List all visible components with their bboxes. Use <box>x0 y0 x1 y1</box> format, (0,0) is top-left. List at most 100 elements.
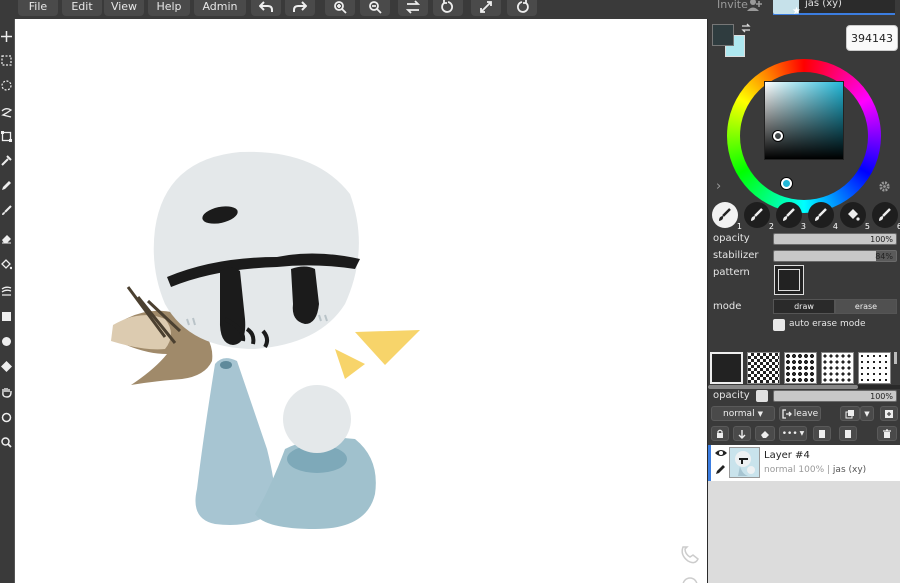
user-badge[interactable]: ★ jas (xy) <box>773 0 895 17</box>
transform-tool[interactable] <box>0 129 12 143</box>
fit-screen-icon <box>480 1 492 13</box>
zoom-out-button[interactable] <box>360 0 390 16</box>
flip-button[interactable] <box>398 0 428 16</box>
more-options-button[interactable]: ••• ▼ <box>779 426 807 441</box>
leave-button[interactable]: leave <box>779 406 821 421</box>
file-export-icon <box>845 429 851 438</box>
opacity-value: 100% <box>870 235 893 244</box>
add-layer-button[interactable] <box>880 406 898 421</box>
brush-preset[interactable]: 1 <box>712 202 742 231</box>
drawing-canvas[interactable] <box>14 19 707 583</box>
delete-layer-button[interactable] <box>877 426 897 441</box>
layer-opacity-checkbox[interactable] <box>756 390 768 402</box>
phone-icon[interactable] <box>681 546 699 564</box>
import-layer-button[interactable] <box>813 426 831 441</box>
rotate-icon <box>1 412 11 422</box>
rotate-tool[interactable] <box>0 410 12 424</box>
sv-cursor[interactable] <box>773 131 783 141</box>
redo-button[interactable] <box>285 0 315 16</box>
pattern-scrollbar[interactable] <box>708 385 900 389</box>
auto-erase-checkbox[interactable] <box>773 319 785 331</box>
rotate-right-button[interactable] <box>507 0 537 16</box>
fill-bucket-icon <box>848 209 860 221</box>
sparkle-small <box>335 349 365 379</box>
rectangle-tool[interactable] <box>0 309 12 323</box>
eyedropper-tool[interactable] <box>0 153 12 167</box>
swap-colors-icon[interactable] <box>741 23 751 33</box>
brush-number: 3 <box>800 222 806 231</box>
add-layer-icon <box>885 409 893 418</box>
invite-link[interactable]: Invite <box>717 0 748 11</box>
zoom-tool[interactable] <box>0 435 12 449</box>
export-layer-button[interactable] <box>839 426 857 441</box>
brush-preset[interactable]: 2 <box>744 202 774 231</box>
layer-menu-button[interactable]: ▼ <box>860 406 874 421</box>
lock-layer-button[interactable] <box>711 426 729 441</box>
layer-opacity-slider[interactable]: 100% <box>773 390 897 402</box>
mode-erase-button[interactable]: erase <box>835 299 897 314</box>
fit-screen-button[interactable] <box>471 0 501 16</box>
gradient-icon <box>1 286 11 296</box>
clear-layer-button[interactable] <box>755 426 775 441</box>
sparkle-large <box>355 330 420 365</box>
brush-preset[interactable]: 4 <box>808 202 838 231</box>
add-user-icon[interactable] <box>747 0 763 12</box>
gradient-tool[interactable] <box>0 283 12 297</box>
hex-color-tooltip: 394143 <box>846 25 898 51</box>
brush-preset[interactable]: 3 <box>776 202 806 231</box>
brush-tool[interactable] <box>0 203 12 217</box>
flip-icon <box>406 0 420 14</box>
eraser-icon <box>1 234 11 243</box>
pattern-scroll[interactable] <box>894 352 897 364</box>
menu-file[interactable]: File <box>18 0 58 16</box>
pattern-picker[interactable] <box>774 265 804 295</box>
eye-icon[interactable] <box>715 448 727 458</box>
caret-down-icon: ▼ <box>757 409 763 418</box>
eraser-tool[interactable] <box>0 231 12 245</box>
pen-tool[interactable] <box>0 178 12 192</box>
layer-list-empty-area <box>708 481 900 583</box>
pattern-dots-medium[interactable] <box>821 352 854 384</box>
pattern-dots-large[interactable] <box>784 352 817 384</box>
menu-bar: File Edit View Help Admin Invite ★ jas (… <box>0 0 900 19</box>
brush-icon <box>783 208 795 221</box>
lasso-select-tool[interactable] <box>0 78 12 92</box>
gear-icon[interactable] <box>878 180 891 193</box>
brush-opacity-slider[interactable]: 100% <box>773 233 897 245</box>
eraser-icon <box>761 430 769 438</box>
menu-admin[interactable]: Admin <box>194 0 246 16</box>
pattern-checker[interactable] <box>747 352 780 384</box>
layer-owner: jas (xy) <box>832 465 867 475</box>
record-icon[interactable] <box>682 577 698 583</box>
menu-help[interactable]: Help <box>148 0 190 16</box>
menu-edit[interactable]: Edit <box>62 0 102 16</box>
undo-button[interactable] <box>251 0 281 16</box>
zoom-in-button[interactable] <box>325 0 355 16</box>
more-icon: ••• <box>781 428 798 439</box>
duplicate-layer-button[interactable] <box>840 406 860 421</box>
menu-view[interactable]: View <box>104 0 144 16</box>
hue-cursor[interactable] <box>781 178 792 189</box>
brush-preset[interactable]: 6 <box>872 202 900 231</box>
shape-tool[interactable] <box>0 359 12 373</box>
lasso-tool[interactable] <box>0 105 12 119</box>
stabilizer-slider[interactable]: 84% <box>773 250 897 262</box>
rotate-left-button[interactable] <box>433 0 463 16</box>
zoom-in-icon <box>334 1 347 14</box>
pattern-solid[interactable] <box>710 352 743 384</box>
hand-tool[interactable] <box>0 385 12 399</box>
merge-down-button[interactable] <box>733 426 751 441</box>
ellipse-tool[interactable] <box>0 334 12 348</box>
pattern-dots-small[interactable] <box>858 352 891 384</box>
layer-item[interactable]: Layer #4 normal 100% | jas (xy) <box>708 445 900 481</box>
mode-draw-button[interactable]: draw <box>773 299 835 314</box>
saturation-value-picker[interactable] <box>764 81 844 160</box>
pattern-label: pattern <box>713 267 750 278</box>
rect-select-tool[interactable] <box>0 53 12 67</box>
move-tool[interactable] <box>0 29 12 43</box>
chevron-right-icon[interactable]: › <box>716 179 721 194</box>
blend-mode-select[interactable]: normal ▼ <box>711 406 775 421</box>
brush-preset[interactable]: 5 <box>840 202 870 231</box>
fill-tool[interactable] <box>0 257 12 271</box>
primary-color-swatch[interactable] <box>712 24 734 46</box>
